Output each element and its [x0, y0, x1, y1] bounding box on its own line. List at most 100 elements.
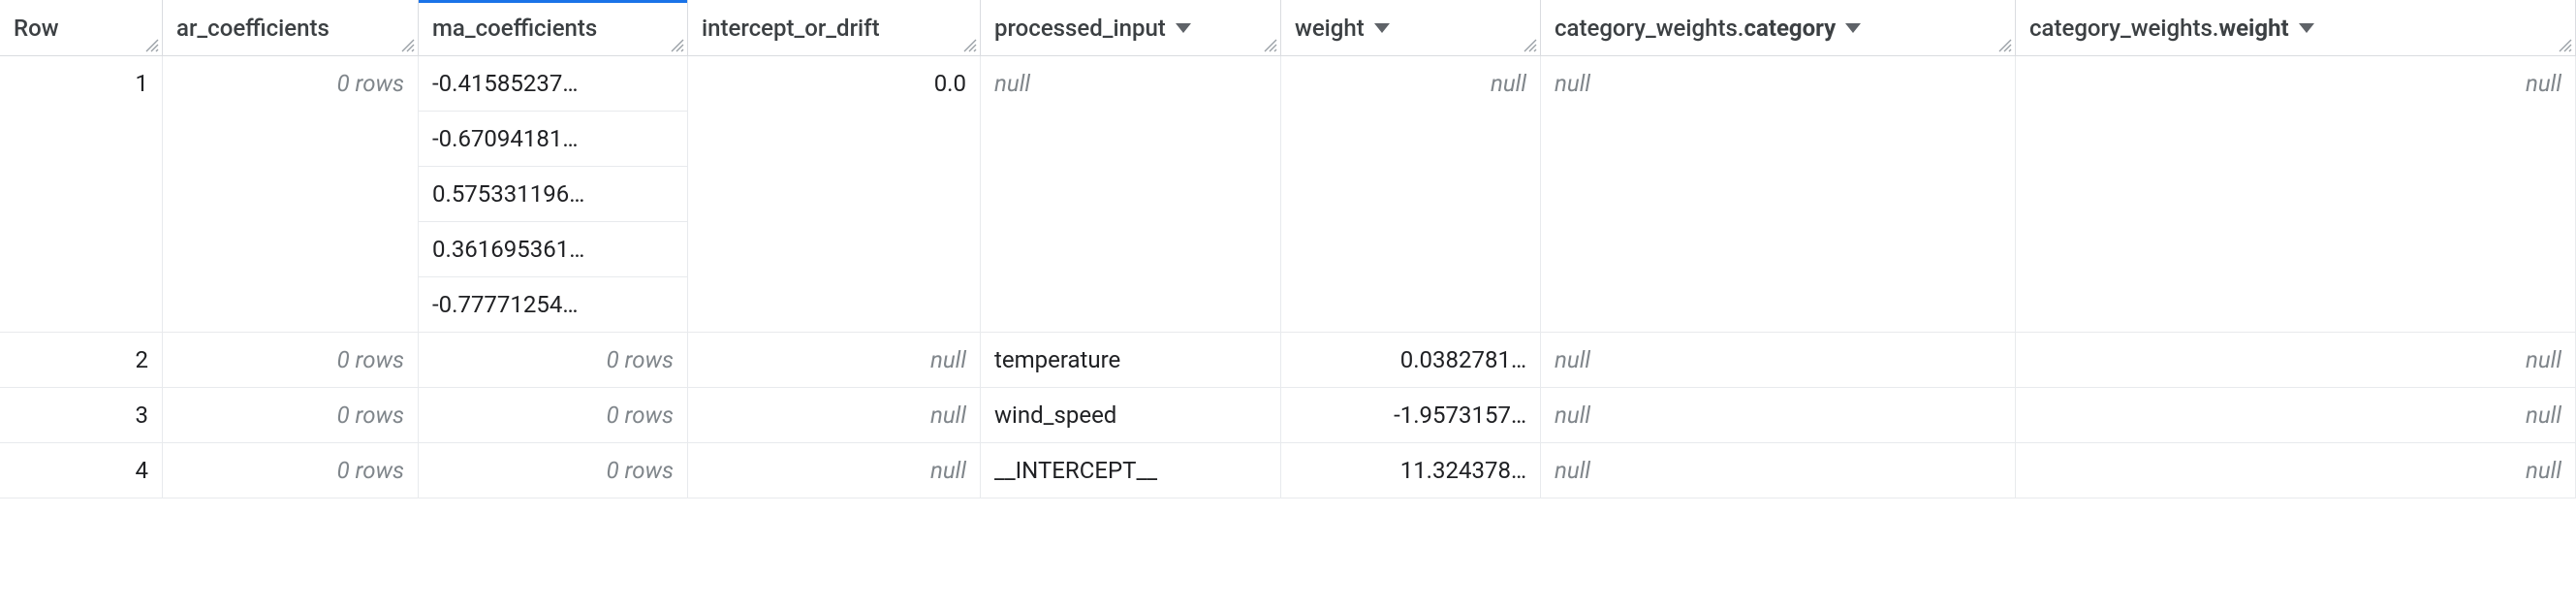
weight-cell: -1.9573157… [1281, 388, 1541, 442]
table-body: 1 0 rows -0.41585237…-0.67094181…0.5753311… [0, 56, 2576, 498]
active-column-indicator [419, 0, 687, 3]
category-weights-weight-cell: null [2016, 333, 2576, 387]
ma-coefficients-cell: -0.41585237…-0.67094181…0.575331196…0.36… [419, 56, 688, 332]
ma-coefficients-cell: 0 rows [419, 388, 688, 442]
weight-cell-value: 11.324378… [1400, 457, 1526, 484]
ar-coefficients-cell-value: 0 rows [337, 70, 404, 97]
col-header-label: ma_coefficients [432, 15, 597, 42]
processed-input-cell-value: __INTERCEPT__ [994, 457, 1157, 484]
category-weights-category-cell-value: null [1555, 346, 1590, 373]
dropdown-icon[interactable] [1176, 23, 1191, 33]
resize-grip-icon[interactable] [398, 36, 416, 53]
intercept-or-drift-cell-value: 0.0 [934, 70, 966, 97]
ma-coefficients-cell: 0 rows [419, 333, 688, 387]
intercept-or-drift-cell-value: null [930, 346, 966, 373]
intercept-or-drift-cell-value: null [930, 457, 966, 484]
col-header-ma-coefficients[interactable]: ma_coefficients [419, 0, 688, 55]
col-header-row[interactable]: Row [0, 0, 163, 55]
ar-coefficients-cell: 0 rows [163, 56, 419, 332]
resize-grip-icon[interactable] [1521, 36, 1538, 53]
category-weights-category-cell-value: null [1555, 70, 1590, 97]
ar-coefficients-cell: 0 rows [163, 333, 419, 387]
category-weights-weight-cell: null [2016, 443, 2576, 498]
col-header-label: category_weights.category [1555, 15, 1836, 42]
processed-input-cell-value: wind_speed [994, 402, 1116, 429]
col-header-category-weights-weight[interactable]: category_weights.weight [2016, 0, 2576, 55]
weight-cell-value: null [1491, 70, 1526, 97]
col-header-label: ar_coefficients [176, 15, 330, 42]
dropdown-icon[interactable] [2299, 23, 2314, 33]
processed-input-cell-value: null [994, 70, 1030, 97]
category-weights-category-cell: null [1541, 56, 2016, 332]
row-number-cell: 4 [0, 443, 163, 498]
intercept-or-drift-cell: null [688, 333, 981, 387]
intercept-or-drift-cell: null [688, 388, 981, 442]
category-weights-weight-cell: null [2016, 56, 2576, 332]
resize-grip-icon[interactable] [960, 36, 978, 53]
category-weights-weight-cell-value: null [2526, 457, 2561, 484]
processed-input-cell-value: temperature [994, 346, 1120, 373]
weight-cell: null [1281, 56, 1541, 332]
table-header-row: Row ar_coefficients ma_coefficients inte… [0, 0, 2576, 56]
processed-input-cell: wind_speed [981, 388, 1281, 442]
resize-grip-icon[interactable] [2556, 36, 2573, 53]
table-row: 1 0 rows -0.41585237…-0.67094181…0.5753311… [0, 56, 2576, 333]
ar-coefficients-cell-value: 0 rows [337, 457, 404, 484]
row-number-cell-value: 3 [136, 402, 149, 429]
col-header-weight[interactable]: weight [1281, 0, 1541, 55]
row-number-cell: 2 [0, 333, 163, 387]
category-weights-category-cell: null [1541, 388, 2016, 442]
row-number-cell-value: 1 [136, 70, 149, 97]
weight-cell-value: -1.9573157… [1394, 402, 1526, 429]
row-number-cell-value: 4 [136, 457, 149, 484]
ar-coefficients-cell: 0 rows [163, 443, 419, 498]
dropdown-icon[interactable] [1845, 23, 1861, 33]
col-header-label: weight [1295, 15, 1365, 42]
col-header-label: category_weights.weight [2029, 15, 2289, 42]
ma-coefficient-value: 0.361695361… [419, 222, 687, 277]
category-weights-weight-cell-value: null [2526, 402, 2561, 429]
resize-grip-icon[interactable] [668, 36, 685, 53]
ma-coefficients-cell-value: 0 rows [607, 457, 674, 484]
ma-coefficient-value: 0.575331196… [419, 167, 687, 222]
category-weights-weight-cell: null [2016, 388, 2576, 442]
resize-grip-icon[interactable] [142, 36, 160, 53]
col-header-processed-input[interactable]: processed_input [981, 0, 1281, 55]
ar-coefficients-cell: 0 rows [163, 388, 419, 442]
category-weights-weight-cell-value: null [2526, 346, 2561, 373]
weight-cell: 0.0382781… [1281, 333, 1541, 387]
ma-coefficient-value: -0.41585237… [419, 70, 687, 112]
processed-input-cell: temperature [981, 333, 1281, 387]
ma-coefficients-cell-value: 0 rows [607, 346, 674, 373]
resize-grip-icon[interactable] [1261, 36, 1278, 53]
intercept-or-drift-cell: null [688, 443, 981, 498]
row-number-cell-value: 2 [136, 346, 149, 373]
category-weights-category-cell: null [1541, 443, 2016, 498]
row-number-cell: 1 [0, 56, 163, 332]
intercept-or-drift-cell-value: null [930, 402, 966, 429]
weight-cell: 11.324378… [1281, 443, 1541, 498]
ma-coefficients-list: -0.41585237…-0.67094181…0.575331196…0.36… [419, 70, 687, 318]
weight-cell-value: 0.0382781… [1400, 346, 1526, 373]
ar-coefficients-cell-value: 0 rows [337, 346, 404, 373]
results-table: Row ar_coefficients ma_coefficients inte… [0, 0, 2576, 498]
category-weights-category-cell-value: null [1555, 402, 1590, 429]
intercept-or-drift-cell: 0.0 [688, 56, 981, 332]
category-weights-category-cell-value: null [1555, 457, 1590, 484]
ma-coefficients-cell: 0 rows [419, 443, 688, 498]
table-row: 3 0 rows 0 rows null wind_speed -1.9573157… nu… [0, 388, 2576, 443]
ma-coefficients-cell-value: 0 rows [607, 402, 674, 429]
col-header-label: intercept_or_drift [702, 15, 880, 42]
col-header-label: processed_input [994, 15, 1166, 42]
col-header-ar-coefficients[interactable]: ar_coefficients [163, 0, 419, 55]
category-weights-category-cell: null [1541, 333, 2016, 387]
resize-grip-icon[interactable] [1995, 36, 2013, 53]
ar-coefficients-cell-value: 0 rows [337, 402, 404, 429]
ma-coefficient-value: -0.77771254… [419, 277, 687, 318]
col-header-intercept-or-drift[interactable]: intercept_or_drift [688, 0, 981, 55]
table-row: 4 0 rows 0 rows null __INTERCEPT__ 11.324378…… [0, 443, 2576, 498]
category-weights-weight-cell-value: null [2526, 70, 2561, 97]
dropdown-icon[interactable] [1374, 23, 1390, 33]
col-header-label: Row [14, 15, 59, 42]
col-header-category-weights-category[interactable]: category_weights.category [1541, 0, 2016, 55]
